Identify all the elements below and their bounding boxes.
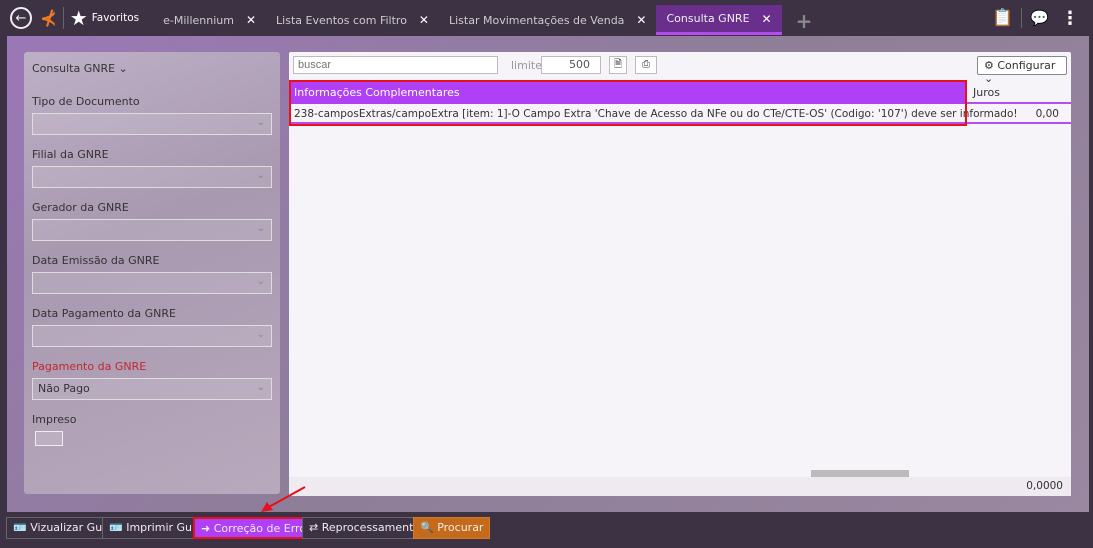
close-icon[interactable]: ✕ (246, 13, 256, 27)
chevron-down-icon: ⌄ (256, 117, 265, 128)
chevron-down-icon: ⌄ (256, 329, 265, 340)
add-tab-icon[interactable]: + (796, 9, 813, 33)
field-label: Data Pagamento da GNRE (32, 307, 176, 320)
main-area: Consulta GNRE ⌄ Tipo de Documento ⌄ Fili… (7, 36, 1089, 512)
close-icon[interactable]: ✕ (419, 13, 429, 27)
field-label: Data Emissão da GNRE (32, 254, 160, 267)
gerador-select[interactable]: ⌄ (32, 219, 272, 241)
data-emissao-select[interactable]: ⌄ (32, 272, 272, 294)
arrow-circle-right-icon: ➜ (201, 522, 211, 535)
favorites-label[interactable]: Favoritos (92, 12, 139, 24)
pagamento-select[interactable]: Não Pago ⌄ (32, 378, 272, 400)
export-icon[interactable]: 🗎 (609, 56, 627, 74)
data-pagamento-select[interactable]: ⌄ (32, 325, 272, 347)
close-icon[interactable]: ✕ (636, 13, 646, 27)
chevron-down-icon: ⌄ (256, 223, 265, 234)
retweet-icon: ⇄ (309, 521, 319, 534)
clipboard-icon[interactable]: 📋 (992, 8, 1013, 28)
column-header-juros[interactable]: Juros (973, 86, 1000, 99)
reprocess-button[interactable]: ⇄ Reprocessamento (302, 517, 428, 539)
id-card-icon: 🪪 (109, 521, 123, 534)
fix-errors-button[interactable]: ➜ Correção de Erros (193, 517, 320, 539)
tab-e-millennium[interactable]: e-Millennium ✕ (153, 5, 266, 35)
field-label: Gerador da GNRE (32, 201, 129, 214)
chevron-down-icon: ⌄ (118, 62, 128, 75)
impreso-checkbox[interactable] (35, 431, 63, 446)
chevron-down-icon: ⌄ (256, 276, 265, 287)
filter-panel: Consulta GNRE ⌄ Tipo de Documento ⌄ Fili… (24, 52, 280, 494)
search-icon: 🔍 (420, 521, 434, 534)
gear-icon: ⚙ (984, 59, 994, 72)
annotation-arrow (261, 486, 306, 512)
top-bar: ← ⊀ ★ Favoritos e-Millennium ✕ Lista Even… (0, 0, 1093, 36)
field-label: Pagamento da GNRE (32, 360, 147, 373)
highlight-box (289, 80, 967, 126)
tab-consulta-gnre[interactable]: Consulta GNRE ✕ (656, 5, 782, 35)
back-icon[interactable]: ← (10, 7, 32, 29)
filial-select[interactable]: ⌄ (32, 166, 272, 188)
chevron-down-icon: ⌄ (256, 170, 265, 181)
search-input[interactable] (293, 56, 498, 74)
field-label: Filial da GNRE (32, 148, 109, 161)
chat-icon[interactable]: 💬 (1030, 9, 1049, 27)
close-icon[interactable]: ✕ (762, 12, 772, 26)
star-icon[interactable]: ★ (70, 6, 88, 30)
print-icon[interactable]: ⎙ (635, 56, 657, 74)
limit-input[interactable]: 500 (541, 56, 601, 74)
more-options-icon[interactable]: ⋮ (1061, 8, 1079, 29)
field-label: Impreso (32, 413, 77, 426)
configure-button[interactable]: ⚙ Configurar ⌄ (977, 56, 1067, 85)
table-footer-total: 0,0000 (289, 477, 1071, 496)
tab-listar-movimentacoes[interactable]: Listar Movimentações de Venda ✕ (439, 5, 657, 35)
grid-panel: limite: 500 🗎 ⎙ ⚙ Configurar ⌄ Informaçõ… (289, 52, 1071, 496)
tipo-documento-select[interactable]: ⌄ (32, 113, 272, 135)
horizontal-scrollbar[interactable] (811, 470, 909, 477)
search-button[interactable]: 🔍 Procurar (413, 517, 491, 539)
id-card-icon: 🪪 (13, 521, 27, 534)
filter-panel-title[interactable]: Consulta GNRE ⌄ (32, 62, 272, 75)
field-label: Tipo de Documento (32, 95, 140, 108)
action-bar: 🪪 Vizualizar Guia 🪪 Imprimir Guia ➜ Corr… (0, 512, 1093, 548)
cell-juros: 0,00 (1035, 108, 1059, 120)
chevron-down-icon: ⌄ (256, 382, 265, 393)
tab-lista-eventos[interactable]: Lista Eventos com Filtro ✕ (266, 5, 439, 35)
app-logo: ⊀ (40, 6, 57, 30)
